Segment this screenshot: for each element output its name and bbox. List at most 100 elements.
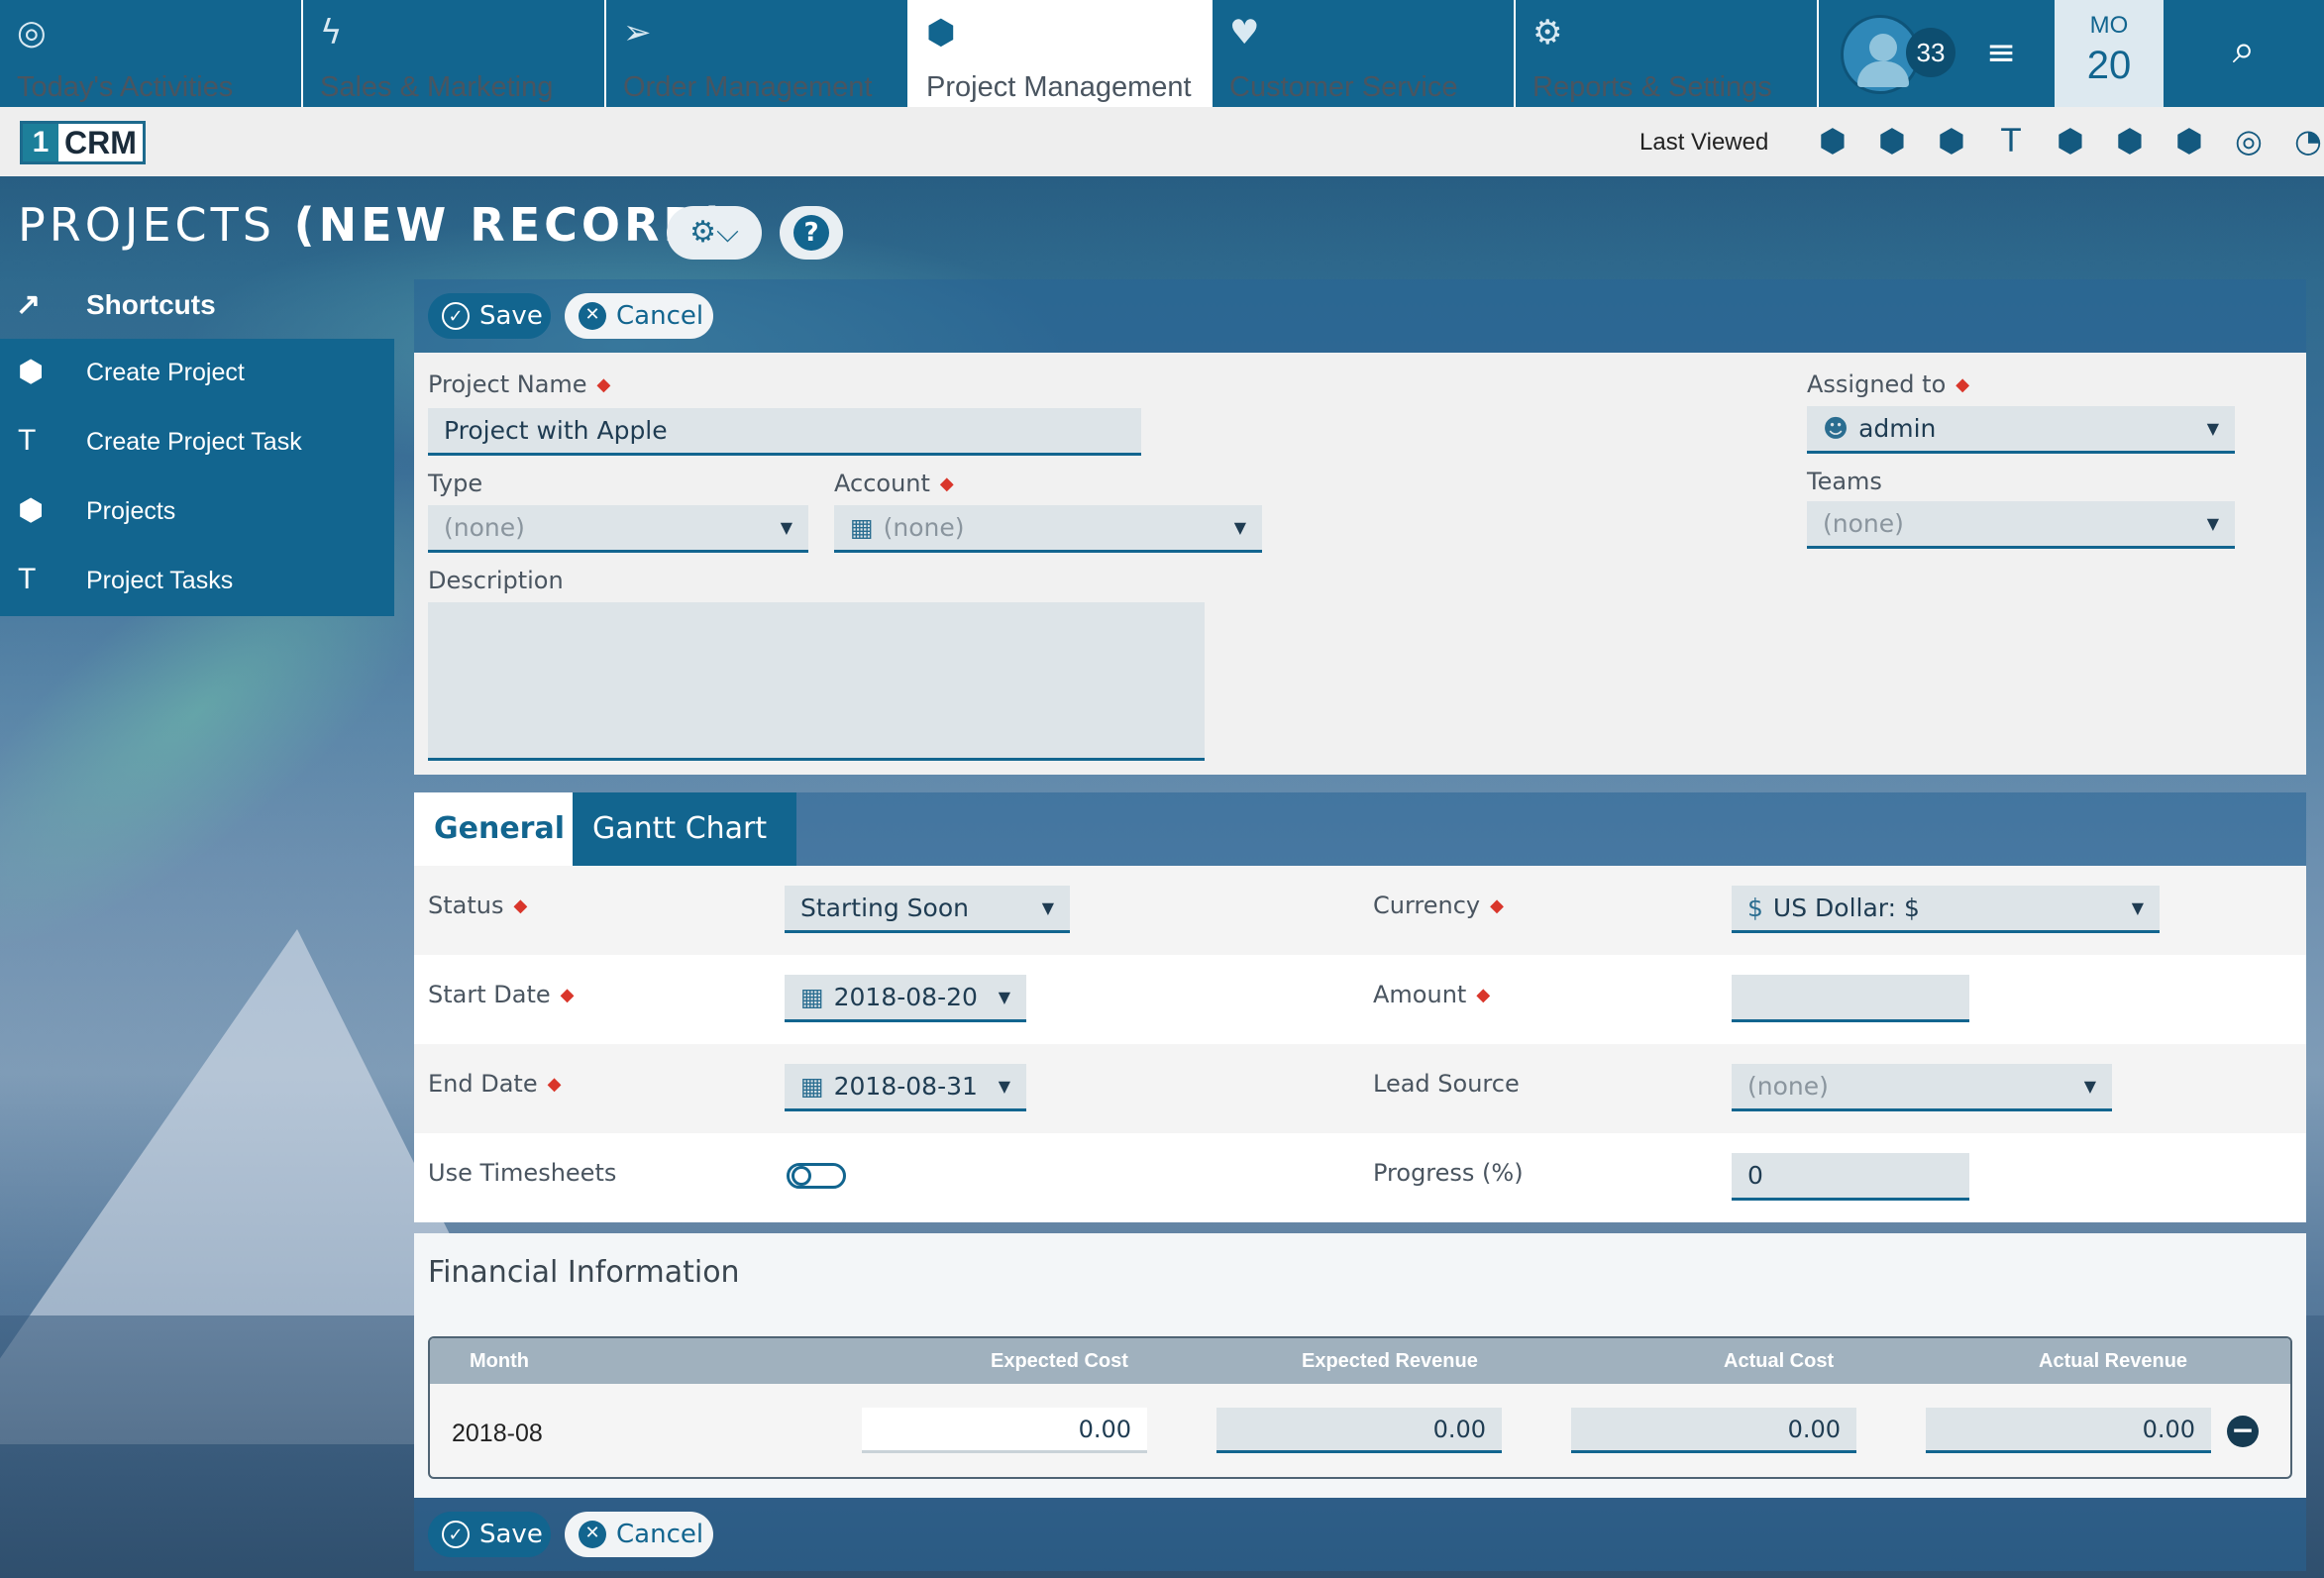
financial-table: Month Expected Cost Expected Revenue Act… (428, 1336, 2292, 1479)
cancel-button[interactable]: ✕ Cancel (565, 1512, 713, 1557)
user-icon: ☻ (1823, 414, 1849, 443)
cancel-label: Cancel (616, 1520, 704, 1549)
chevron-down-icon: ▼ (1041, 898, 1054, 917)
page-title: PROJECTS (NEW RECORD) (18, 198, 730, 252)
nav-tab-sales-marketing[interactable]: ϟ Sales & Marketing (303, 0, 606, 107)
expected-cost-input[interactable]: 0.00 (862, 1408, 1147, 1453)
chevron-down-icon: ▼ (998, 988, 1010, 1006)
type-label: Type (428, 470, 483, 497)
cube-icon[interactable]: ⬢ (2100, 121, 2160, 160)
nav-tab-todays-activities[interactable]: ◎ Today's Activities (0, 0, 303, 107)
lead-source-select[interactable]: (none) ▼ (1732, 1064, 2112, 1111)
task-icon[interactable]: T (1981, 121, 2041, 160)
status-label: Status ◆ (428, 892, 528, 919)
end-date-input[interactable]: ▦ 2018-08-31 ▼ (785, 1064, 1026, 1111)
last-viewed-label: Last Viewed (1639, 129, 1769, 156)
calendar-month: MO (2089, 12, 2129, 39)
assigned-to-select[interactable]: ☻ admin ▼ (1807, 406, 2235, 454)
chevron-down-icon: ▼ (2206, 419, 2219, 438)
pie-icon[interactable]: ◔ (2278, 121, 2324, 160)
description-label: Description (428, 567, 564, 594)
cube-icon[interactable]: ⬢ (2160, 121, 2219, 160)
cancel-button[interactable]: ✕ Cancel (565, 293, 713, 339)
check-circle-icon: ✓ (442, 302, 470, 330)
teams-select[interactable]: (none) ▼ (1807, 501, 2235, 549)
chevron-down-icon: ▼ (2131, 898, 2144, 917)
calendar-button[interactable]: MO 20 (2055, 0, 2164, 107)
chevron-down-icon: ▼ (998, 1077, 1010, 1096)
soccer-ball-icon[interactable]: ◎ (2219, 121, 2278, 160)
cube-icon[interactable]: ⬢ (1803, 121, 1862, 160)
form-row: Use Timesheets Progress (%) 0 (414, 1133, 2306, 1222)
start-date-label: Start Date ◆ (428, 981, 575, 1008)
chevron-down-icon: ▼ (1233, 518, 1246, 537)
help-icon: ? (793, 215, 829, 251)
cube-icon[interactable]: ⬢ (1922, 121, 1981, 160)
nav-tab-reports-settings[interactable]: ⚙ Reports & Settings (1516, 0, 1819, 107)
record-tabs: General Gantt Chart (414, 792, 2306, 866)
form-row: End Date ◆ ▦ 2018-08-31 ▼ Lead Source (none… (414, 1044, 2306, 1133)
currency-select[interactable]: $ US Dollar: $ ▼ (1732, 886, 2160, 933)
nav-tab-project-management[interactable]: ⬢ Project Management (909, 0, 1213, 107)
sidebar-item-project-tasks[interactable]: T Project Tasks (0, 547, 394, 616)
nav-tab-label: Reports & Settings (1532, 71, 1772, 103)
task-icon: T (18, 424, 37, 457)
sidebar-item-create-project-task[interactable]: T Create Project Task (0, 408, 394, 477)
page-title-module: PROJECTS (18, 198, 275, 252)
notification-badge[interactable]: 33 (1906, 28, 1955, 77)
save-button[interactable]: ✓ Save (428, 1512, 551, 1557)
amount-input[interactable] (1732, 975, 1969, 1022)
general-fields: Status ◆ Starting Soon ▼ Currency ◆ $ US Dol… (414, 866, 2306, 1222)
calendar-icon: ▦ (800, 983, 824, 1011)
nav-tab-order-management[interactable]: ➢ Order Management (606, 0, 909, 107)
description-textarea[interactable] (428, 602, 1205, 761)
tab-gantt-chart[interactable]: Gantt Chart (573, 792, 796, 866)
globe-icon: ◎ (17, 13, 47, 53)
cube-icon: ⬢ (926, 13, 956, 53)
column-header-month: Month (470, 1350, 529, 1372)
actual-revenue-input[interactable]: 0.00 (1926, 1408, 2211, 1453)
actual-cost-input[interactable]: 0.00 (1571, 1408, 1856, 1453)
status-select[interactable]: Starting Soon ▼ (785, 886, 1070, 933)
cube-icon[interactable]: ⬢ (2041, 121, 2100, 160)
amount-label: Amount ◆ (1373, 981, 1491, 1008)
user-area: 33 ≡ (1819, 0, 2055, 107)
help-button[interactable]: ? (780, 206, 843, 260)
heart-icon: ♥ (1229, 13, 1260, 53)
sidebar-item-create-project[interactable]: ⬢ Create Project (0, 339, 394, 408)
cube-icon[interactable]: ⬢ (1862, 121, 1922, 160)
financial-information-title: Financial Information (428, 1255, 740, 1290)
project-name-input[interactable]: Project with Apple (428, 408, 1141, 456)
column-header-expected-cost: Expected Cost (991, 1350, 1128, 1372)
account-select[interactable]: ▦ (none) ▼ (834, 505, 1262, 553)
sidebar-item-projects[interactable]: ⬢ Projects (0, 477, 394, 547)
nav-tab-customer-service[interactable]: ♥ Customer Service (1213, 0, 1516, 107)
save-label: Save (479, 301, 543, 331)
use-timesheets-toggle[interactable] (787, 1163, 846, 1189)
progress-label: Progress (%) (1373, 1159, 1524, 1187)
sidebar-header-label: Shortcuts (86, 289, 216, 320)
chevron-down-icon: ▼ (2083, 1077, 2096, 1096)
last-viewed-list: ⬢ ⬢ ⬢ T ⬢ ⬢ ⬢ ◎ ◔ (1803, 121, 2324, 160)
sidebar-shortcuts: ⬢ Create Project T Create Project Task ⬢… (0, 339, 394, 616)
logo[interactable]: 1 CRM (20, 121, 146, 164)
start-date-input[interactable]: ▦ 2018-08-20 ▼ (785, 975, 1026, 1022)
gear-icon[interactable]: ⚙⌵ (667, 206, 762, 260)
tab-general[interactable]: General (414, 792, 573, 866)
use-timesheets-label: Use Timesheets (428, 1159, 617, 1187)
end-date-label: End Date ◆ (428, 1070, 562, 1098)
account-label: Account ◆ (834, 470, 954, 497)
page-title-record: (NEW RECORD) (293, 198, 730, 252)
top-action-bar: ✓ Save ✕ Cancel (414, 279, 2306, 353)
type-select[interactable]: (none) ▼ (428, 505, 808, 553)
nav-tab-label: Customer Service (1229, 71, 1458, 103)
menu-icon[interactable]: ≡ (1977, 30, 2025, 77)
save-button[interactable]: ✓ Save (428, 293, 551, 339)
search-icon[interactable]: ⌕ (2164, 0, 2324, 107)
remove-row-icon[interactable]: − (2227, 1416, 2259, 1447)
financial-month-cell: 2018-08 (452, 1420, 543, 1447)
nav-tab-label: Today's Activities (17, 71, 234, 103)
nav-tab-label: Sales & Marketing (320, 71, 554, 103)
progress-input[interactable]: 0 (1732, 1153, 1969, 1201)
expected-revenue-input[interactable]: 0.00 (1216, 1408, 1502, 1453)
